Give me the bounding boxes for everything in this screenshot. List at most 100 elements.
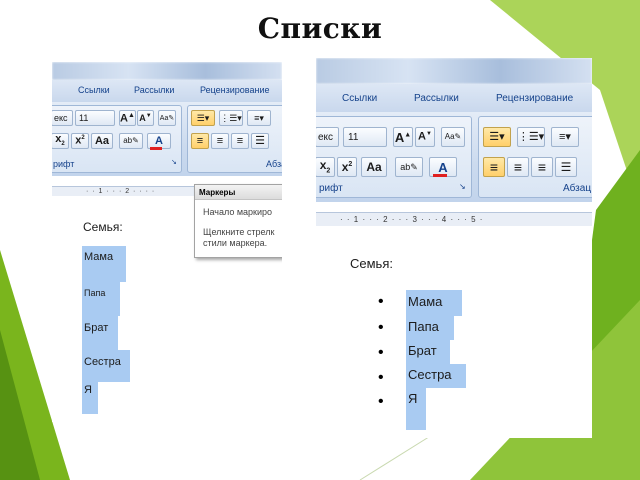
tab-references[interactable]: Ссылки	[78, 85, 110, 95]
multilevel-list-icon: ≡▾	[254, 112, 264, 123]
left-item-0: Мама	[84, 251, 114, 263]
change-case-icon: Aa	[366, 160, 382, 174]
bullets-button[interactable]: ☰▾	[191, 110, 215, 126]
left-selection-4: Я	[82, 382, 98, 414]
right-ruler-marks: · · 1 · · · 2 · · · 3 · · · 4 · · · 5 ·	[340, 215, 484, 224]
shrink-font-icon: A▼	[139, 113, 152, 123]
tab-review[interactable]: Рецензирование	[496, 93, 573, 104]
left-item-1: Папа	[84, 288, 106, 298]
bullets-icon: ☰▾	[196, 112, 210, 123]
list-bullet-0: •	[378, 293, 384, 310]
grow-font-button[interactable]: A▲	[393, 127, 413, 147]
multilevel-list-button[interactable]: ≡▾	[551, 127, 579, 147]
align-right-icon: ≡	[236, 134, 244, 147]
left-ruler-marks: · · 1 · · · 2 · · · ·	[86, 188, 156, 195]
font-name-value: екс	[54, 113, 68, 123]
font-name-box[interactable]: екс	[316, 127, 339, 147]
highlight-button[interactable]: ab✎	[395, 157, 423, 177]
justify-button[interactable]: ☰	[555, 157, 577, 177]
left-selection-0: Мама	[82, 246, 126, 282]
change-case-button[interactable]: Aa	[361, 157, 387, 177]
dialog-launcher-icon[interactable]: ↘	[459, 183, 466, 191]
align-right-button[interactable]: ≡	[531, 157, 553, 177]
multilevel-list-icon: ≡▾	[559, 130, 571, 143]
font-color-icon: A	[438, 159, 448, 175]
bullets-tooltip-line3: стили маркера.	[203, 238, 268, 248]
right-ribbon-tabs: Ссылки Рассылки Рецензирование	[316, 84, 592, 112]
numbering-button[interactable]: ⋮☰▾	[219, 110, 243, 126]
right-selection-3: Сестра	[406, 364, 466, 388]
align-right-button[interactable]: ≡	[231, 133, 249, 149]
right-item-0: Мама	[408, 294, 443, 309]
bullets-icon: ☰▾	[489, 130, 505, 143]
highlight-icon: ab✎	[123, 136, 139, 145]
shrink-font-button[interactable]: A▼	[137, 110, 154, 126]
list-bullet-3: •	[378, 369, 384, 386]
tab-mailings[interactable]: Рассылки	[414, 93, 459, 104]
bullets-button[interactable]: ☰▾	[483, 127, 511, 147]
change-case-icon: Aa	[94, 134, 110, 147]
left-selection-1: Папа	[82, 282, 120, 316]
subscript-button[interactable]: x2	[316, 157, 335, 177]
clear-formatting-button[interactable]: Aa✎	[441, 127, 465, 147]
superscript-button[interactable]: x2	[337, 157, 357, 177]
superscript-button[interactable]: x2	[71, 133, 89, 149]
shrink-font-icon: A▼	[418, 130, 432, 143]
highlight-button[interactable]: ab✎	[119, 133, 143, 149]
superscript-icon: x2	[341, 160, 353, 174]
font-name-value: екс	[318, 131, 334, 143]
align-left-button[interactable]: ≡	[191, 133, 209, 149]
multilevel-list-button[interactable]: ≡▾	[247, 110, 271, 126]
subscript-button[interactable]: x2	[52, 133, 69, 149]
left-screenshot: Ссылки Рассылки Рецензирование екс 11 A▲…	[52, 62, 282, 422]
numbering-icon: ⋮☰▾	[220, 112, 242, 123]
right-selection-0: Мама	[406, 290, 462, 316]
right-paragraph-group: ☰▾ ⋮☰▾ ≡▾ ≡ ≡ ≡ ☰ Абзац	[478, 116, 592, 198]
dialog-launcher-icon[interactable]: ↘	[171, 159, 177, 166]
superscript-icon: x2	[75, 134, 85, 147]
right-font-group-label: рифт	[319, 183, 343, 194]
change-case-button[interactable]: Aa	[91, 133, 113, 149]
tab-review[interactable]: Рецензирование	[200, 85, 270, 95]
align-left-icon: ≡	[196, 134, 204, 147]
font-size-box[interactable]: 11	[75, 110, 115, 126]
justify-button[interactable]: ☰	[251, 133, 269, 149]
list-bullet-2: •	[378, 344, 384, 361]
font-color-bar	[433, 174, 447, 177]
font-color-icon: A	[155, 134, 163, 147]
font-size-box[interactable]: 11	[343, 127, 387, 147]
clear-formatting-button[interactable]: Aa✎	[158, 110, 176, 126]
right-paragraph-group-label: Абзац	[563, 183, 592, 194]
grow-font-button[interactable]: A▲	[119, 110, 136, 126]
right-item-3: Сестра	[408, 367, 452, 382]
font-name-box[interactable]: екс	[52, 110, 73, 126]
left-font-group-label: рифт	[53, 159, 75, 169]
bullets-tooltip-line2: Щелкните стрелк	[203, 227, 275, 237]
left-ribbon: екс 11 A▲ A▼ Aa✎ x2 x2 Aa ab✎ A рифт ↘ ☰…	[52, 102, 282, 176]
align-center-icon: ≡	[216, 134, 224, 147]
align-center-button[interactable]: ≡	[211, 133, 229, 149]
subscript-icon: x2	[319, 158, 331, 175]
shrink-font-button[interactable]: A▼	[415, 127, 435, 147]
justify-icon: ☰	[560, 160, 572, 174]
clear-formatting-icon: Aa✎	[444, 132, 462, 141]
grow-font-icon: A▲	[120, 111, 135, 125]
left-item-4: Я	[84, 384, 92, 396]
right-title-bar	[316, 58, 592, 84]
font-size-value: 11	[348, 131, 359, 143]
tab-references[interactable]: Ссылки	[342, 93, 377, 104]
numbering-button[interactable]: ⋮☰▾	[517, 127, 545, 147]
align-left-button[interactable]: ≡	[483, 157, 505, 177]
font-color-bar	[150, 147, 162, 150]
align-right-icon: ≡	[537, 159, 547, 175]
align-center-button[interactable]: ≡	[507, 157, 529, 177]
tab-mailings[interactable]: Рассылки	[134, 85, 174, 95]
right-heading: Семья:	[350, 256, 393, 271]
right-screenshot: Ссылки Рассылки Рецензирование екс 11 A▲…	[316, 58, 592, 438]
left-ribbon-tabs: Ссылки Рассылки Рецензирование	[52, 80, 282, 102]
right-item-1: Папа	[408, 319, 439, 334]
highlight-icon: ab✎	[400, 161, 418, 172]
right-selection-1: Папа	[406, 316, 454, 340]
right-ribbon: екс 11 A▲ A▼ Aa✎ x2 x2 Aa ab✎ A рифт ↘ ☰…	[316, 112, 592, 202]
slide-title: Списки	[257, 12, 383, 45]
